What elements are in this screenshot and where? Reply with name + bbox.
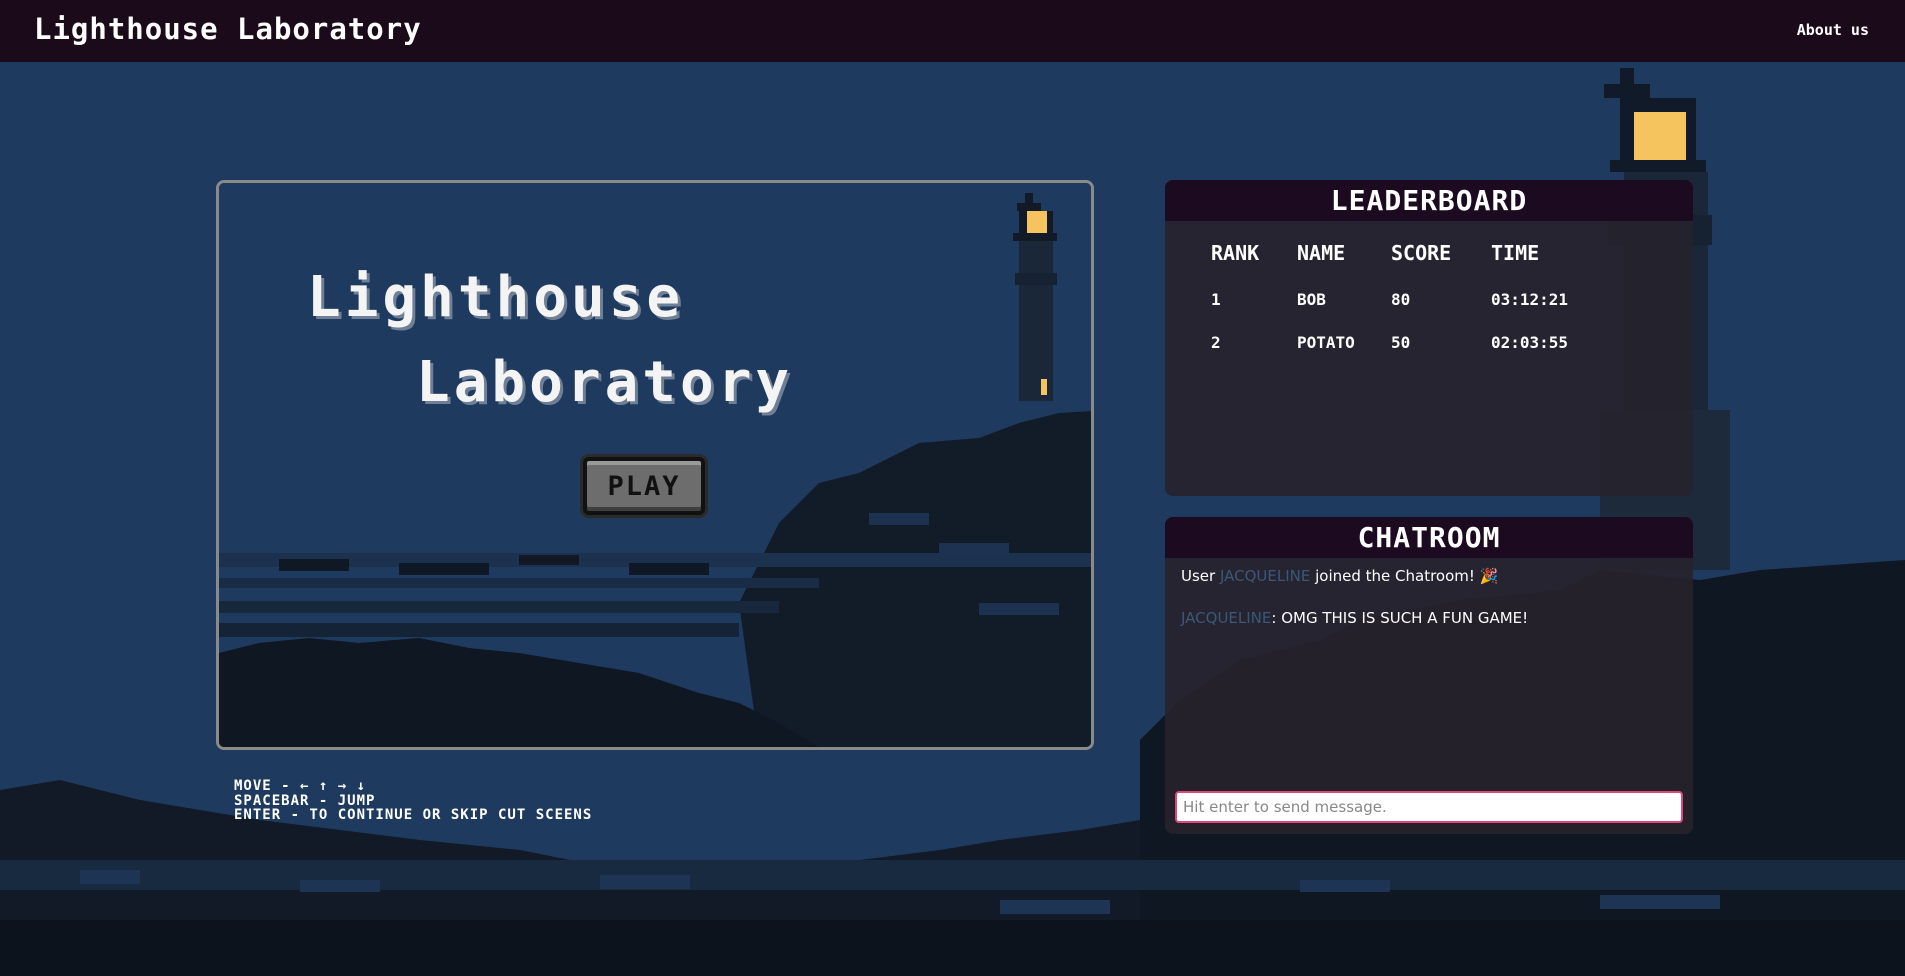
- name-cell: BOB: [1297, 290, 1326, 309]
- chat-message-input[interactable]: [1175, 791, 1683, 823]
- chatroom-panel: CHATROOM User JACQUELINE joined the Chat…: [1165, 517, 1693, 834]
- chat-text: : OMG THIS IS SUCH A FUN GAME!: [1271, 609, 1529, 627]
- column-header-rank: RANK: [1211, 241, 1260, 265]
- time-cell: 03:12:21: [1491, 290, 1569, 309]
- table-row: 1 BOB 80 03:12:21: [1211, 278, 1601, 321]
- chat-username: JACQUELINE: [1181, 609, 1272, 627]
- leaderboard-title: LEADERBOARD: [1165, 180, 1693, 221]
- leaderboard-panel: LEADERBOARD RANK NAME SCORE TIME 1 BOB 8…: [1165, 180, 1693, 496]
- controls-move: MOVE - ← ↑ → ↓: [234, 778, 367, 794]
- play-button[interactable]: PLAY: [583, 457, 705, 515]
- top-navbar: Lighthouse Laboratory About us: [0, 0, 1905, 62]
- site-logo-title[interactable]: Lighthouse Laboratory: [34, 12, 422, 46]
- chat-prefix: User: [1181, 567, 1220, 585]
- score-cell: 50: [1391, 333, 1411, 352]
- time-cell: 02:03:55: [1491, 333, 1569, 352]
- column-header-score: SCORE: [1391, 241, 1452, 265]
- rank-cell: 1: [1211, 290, 1221, 309]
- game-canvas[interactable]: Lighthouse Laboratory PLAY: [216, 180, 1094, 750]
- chat-message: User JACQUELINE joined the Chatroom! 🎉: [1181, 567, 1677, 585]
- chat-message: JACQUELINE: OMG THIS IS SUCH A FUN GAME!: [1181, 609, 1677, 627]
- leaderboard-table: RANK NAME SCORE TIME 1 BOB 80 03:12:21 2…: [1211, 240, 1601, 364]
- about-us-link[interactable]: About us: [1797, 21, 1869, 39]
- chat-messages: User JACQUELINE joined the Chatroom! 🎉 J…: [1181, 567, 1677, 651]
- small-lighthouse-icon: [1013, 193, 1057, 401]
- game-title-line2: Laboratory: [416, 350, 794, 415]
- controls-help: MOVE - ← ↑ → ↓ SPACEBAR - JUMP ENTER - T…: [234, 779, 592, 823]
- table-header-row: RANK NAME SCORE TIME: [1211, 240, 1601, 278]
- table-row: 2 POTATO 50 02:03:55: [1211, 321, 1601, 364]
- chat-text: joined the Chatroom! 🎉: [1310, 567, 1499, 585]
- name-cell: POTATO: [1297, 333, 1355, 352]
- column-header-name: NAME: [1297, 241, 1346, 265]
- controls-enter: ENTER - TO CONTINUE OR SKIP CUT SCEENS: [234, 807, 593, 823]
- chat-username: JACQUELINE: [1219, 567, 1311, 585]
- column-header-time: TIME: [1491, 241, 1540, 265]
- chatroom-title: CHATROOM: [1165, 517, 1693, 558]
- rank-cell: 2: [1211, 333, 1221, 352]
- controls-jump: SPACEBAR - JUMP: [234, 792, 376, 809]
- score-cell: 80: [1391, 290, 1411, 309]
- game-title-line1: Lighthouse: [307, 265, 685, 330]
